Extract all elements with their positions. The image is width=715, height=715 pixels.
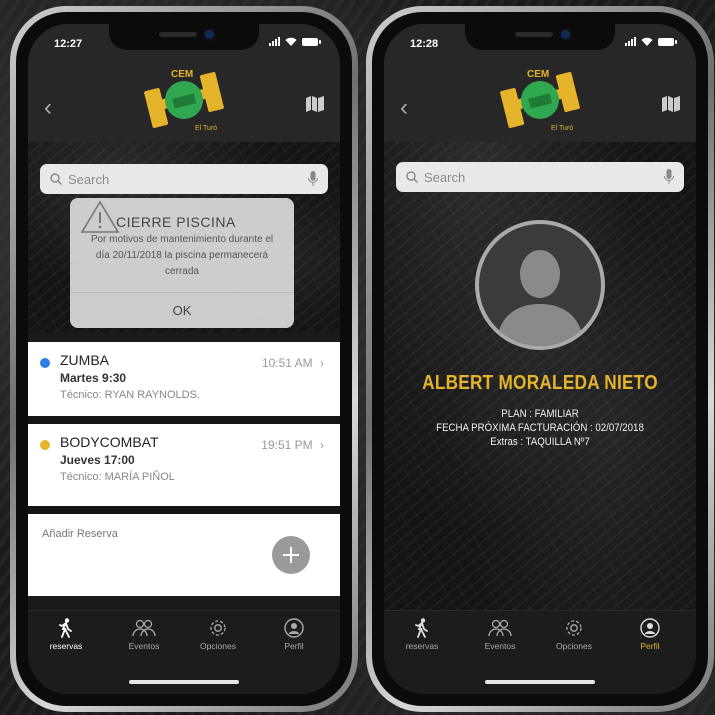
screen-reservas: 12:27 ‹ CEM El Turó Search CIERRE PISCIN… bbox=[28, 24, 340, 694]
class-time-text: 10:51 AM bbox=[261, 356, 313, 370]
cem-logo: CEM El Turó bbox=[143, 60, 225, 134]
class-schedule: Jueves 17:00 bbox=[60, 453, 135, 467]
tab-label: reservas bbox=[49, 641, 83, 651]
alert-title: CIERRE PISCINA bbox=[116, 214, 236, 230]
phone-bezel: 12:27 ‹ CEM El Turó Search CIERRE PISCIN… bbox=[16, 12, 352, 706]
notch bbox=[465, 24, 615, 50]
profile-extras: Extras : TAQUILLA Nº7 bbox=[490, 436, 590, 448]
microphone-icon[interactable] bbox=[308, 171, 318, 187]
tab-label: Opciones bbox=[556, 641, 592, 651]
plus-icon[interactable] bbox=[272, 536, 310, 574]
alert-body-line: día 20/11/2018 la piscina permanecerá bbox=[95, 250, 269, 261]
map-icon[interactable] bbox=[662, 96, 680, 117]
status-time: 12:27 bbox=[54, 38, 83, 50]
people-icon bbox=[114, 617, 174, 639]
tab-perfil[interactable]: Perfil bbox=[620, 617, 680, 651]
profile-icon bbox=[264, 617, 324, 639]
phone-bezel: 12:28 ‹ CEM El Turó Search ALBERT MORALE… bbox=[372, 12, 708, 706]
chevron-right-icon: › bbox=[320, 356, 324, 370]
profile-plan: PLAN : FAMILIAR bbox=[501, 408, 579, 420]
status-icons bbox=[269, 37, 321, 46]
class-time: 10:51 AM › bbox=[262, 356, 324, 370]
search-icon bbox=[50, 173, 62, 185]
user-silhouette-icon bbox=[497, 250, 583, 346]
class-time-text: 19:51 PM bbox=[261, 438, 313, 452]
back-chevron-icon[interactable]: ‹ bbox=[44, 96, 52, 120]
card-separator bbox=[28, 506, 340, 514]
microphone-icon[interactable] bbox=[664, 169, 674, 185]
chevron-right-icon: › bbox=[320, 438, 324, 452]
warning-icon bbox=[80, 200, 120, 233]
cem-logo: CEM El Turó bbox=[499, 60, 581, 134]
people-icon bbox=[470, 617, 530, 639]
back-chevron-icon[interactable]: ‹ bbox=[400, 96, 408, 120]
svg-text:El Turó: El Turó bbox=[551, 125, 573, 132]
tab-eventos[interactable]: Eventos bbox=[114, 617, 174, 651]
class-name: ZUMBA bbox=[60, 352, 109, 368]
tab-opciones[interactable]: Opciones bbox=[544, 617, 604, 651]
tab-bar: reservas Eventos Opciones Perfil bbox=[28, 610, 340, 694]
alert-ok-button[interactable]: OK bbox=[70, 292, 294, 328]
home-indicator[interactable] bbox=[129, 680, 239, 684]
status-dot bbox=[40, 358, 50, 368]
status-time: 12:28 bbox=[410, 38, 439, 50]
signal-icon bbox=[269, 37, 280, 46]
battery-icon bbox=[658, 37, 677, 46]
search-icon bbox=[406, 171, 418, 183]
status-icons bbox=[625, 37, 677, 46]
tab-reservas[interactable]: reservas bbox=[392, 617, 452, 651]
class-name: BODYCOMBAT bbox=[60, 434, 159, 450]
search-input[interactable]: Search bbox=[424, 170, 664, 185]
home-indicator[interactable] bbox=[485, 680, 595, 684]
reservation-card[interactable]: BODYCOMBAT Jueves 17:00 Técnico: MARÍA P… bbox=[28, 424, 340, 506]
profile-avatar[interactable] bbox=[475, 220, 605, 350]
tab-label: Eventos bbox=[128, 641, 160, 651]
gear-icon bbox=[544, 617, 604, 639]
tab-opciones[interactable]: Opciones bbox=[188, 617, 248, 651]
battery-icon bbox=[302, 37, 321, 46]
svg-text:El Turó: El Turó bbox=[195, 125, 217, 132]
walking-person-icon bbox=[36, 617, 96, 639]
card-separator bbox=[28, 416, 340, 424]
profile-billing-date: FECHA PRÓXIMA FACTURACIÓN : 02/07/2018 bbox=[436, 422, 644, 434]
add-reservation-label: Añadir Reserva bbox=[42, 528, 118, 540]
tab-label: Perfil bbox=[284, 641, 304, 651]
tab-label: reservas bbox=[405, 641, 439, 651]
svg-text:CEM: CEM bbox=[171, 69, 193, 80]
add-reservation-card[interactable]: Añadir Reserva bbox=[28, 514, 340, 596]
search-bar[interactable]: Search bbox=[396, 162, 684, 192]
reservation-card[interactable]: ZUMBA Martes 9:30 Técnico: RYAN RAYNOLDS… bbox=[28, 342, 340, 416]
svg-text:CEM: CEM bbox=[527, 69, 549, 80]
class-instructor: Técnico: MARÍA PIÑOL bbox=[60, 471, 175, 483]
notch bbox=[109, 24, 259, 50]
tab-reservas[interactable]: reservas bbox=[36, 617, 96, 651]
wifi-icon bbox=[285, 37, 297, 46]
profile-name: ALBERT MORALEDA NIETO bbox=[422, 372, 658, 394]
walking-person-icon bbox=[392, 617, 452, 639]
alert-body-line: Por motivos de mantenimiento durante el bbox=[90, 234, 274, 245]
phone-right: 12:28 ‹ CEM El Turó Search ALBERT MORALE… bbox=[366, 6, 714, 712]
tab-perfil[interactable]: Perfil bbox=[264, 617, 324, 651]
signal-icon bbox=[625, 37, 636, 46]
class-instructor: Técnico: RYAN RAYNOLDS. bbox=[60, 389, 200, 401]
alert-dialog: CIERRE PISCINA Por motivos de mantenimie… bbox=[70, 198, 294, 328]
screen-perfil: 12:28 ‹ CEM El Turó Search ALBERT MORALE… bbox=[384, 24, 696, 694]
gear-icon bbox=[188, 617, 248, 639]
search-input[interactable]: Search bbox=[68, 172, 308, 187]
alert-body: Por motivos de mantenimiento durante el … bbox=[78, 232, 286, 280]
tab-label: Eventos bbox=[484, 641, 516, 651]
status-dot bbox=[40, 440, 50, 450]
wifi-icon bbox=[641, 37, 653, 46]
phone-left: 12:27 ‹ CEM El Turó Search CIERRE PISCIN… bbox=[10, 6, 358, 712]
class-schedule: Martes 9:30 bbox=[60, 371, 127, 385]
class-time: 19:51 PM › bbox=[261, 438, 324, 452]
tab-eventos[interactable]: Eventos bbox=[470, 617, 530, 651]
map-icon[interactable] bbox=[306, 96, 324, 117]
profile-icon bbox=[620, 617, 680, 639]
alert-body-line: cerrada bbox=[165, 266, 199, 277]
tab-bar: reservas Eventos Opciones Perfil bbox=[384, 610, 696, 694]
search-bar[interactable]: Search bbox=[40, 164, 328, 194]
tab-label: Perfil bbox=[640, 641, 660, 651]
tab-label: Opciones bbox=[200, 641, 236, 651]
